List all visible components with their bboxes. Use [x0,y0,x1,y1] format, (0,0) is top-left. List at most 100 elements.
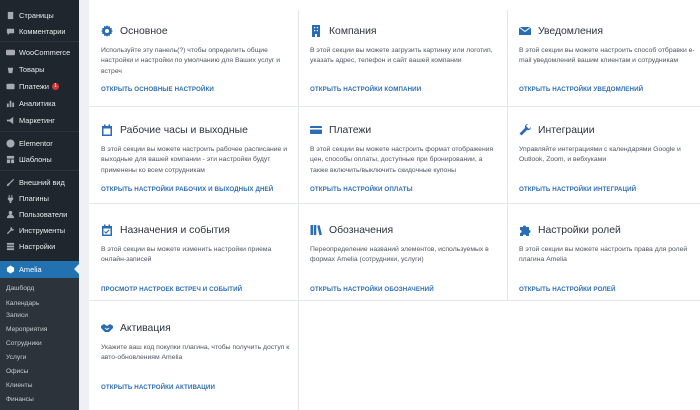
active-indicator [74,264,79,274]
payments-icon [5,81,15,91]
open-notification-settings-link[interactable]: ОТКРЫТЬ НАСТРОЙКИ УВЕДОМЛЕНИЙ [519,86,643,93]
puzzle-icon [519,224,531,236]
submenu-item-customers[interactable]: Клиенты [6,378,78,392]
submenu-item-appointments[interactable]: Записи [6,308,78,322]
open-integrations-settings-link[interactable]: ОТКРЫТЬ НАСТРОЙКИ ИНТЕГРАЦИЙ [519,186,636,193]
sidebar-separator [0,41,79,42]
card-appointments-events: Назначения и события В этой секции вы мо… [101,223,293,289]
card-title: Платежи [329,124,372,136]
submenu-item-finance[interactable]: Финансы [6,392,78,406]
gear-icon [101,25,113,37]
card-roles: Настройки ролей В этой секции вы можете … [519,223,697,289]
templates-icon [5,154,15,164]
submenu-item-employees[interactable]: Сотрудники [6,336,78,350]
analytics-icon [5,98,15,108]
card-description: В этой секции вы можете настроить права … [519,246,688,264]
card-title: Настройки ролей [538,224,621,236]
card-title: Основное [120,25,168,37]
sidebar-item-settings[interactable]: Настройки [0,238,79,254]
card-payments: Платежи В этой секции вы можете настроит… [310,123,502,189]
amelia-submenu: Дашборд Календарь Записи Мероприятия Сот… [0,278,79,410]
building-icon [310,25,322,37]
envelope-icon [519,25,531,37]
open-activation-settings-link[interactable]: ОТКРЫТЬ НАСТРОЙКИ АКТИВАЦИИ [101,384,215,391]
card-description: В этой секции вы можете настроить формат… [310,146,494,174]
amelia-icon [5,265,15,275]
open-labels-settings-link[interactable]: ОТКРЫТЬ НАСТРОЙКИ ОБОЗНАЧЕНИЙ [310,286,434,293]
sidebar-item-comments[interactable]: Комментарии [0,23,79,39]
card-title: Интеграции [538,124,595,136]
credit-card-icon [310,124,322,136]
card-labels: Обозначения Переопределение названий эле… [310,223,502,289]
card-integrations: Интеграции Управляйте интеграциями с кал… [519,123,697,189]
view-appointments-events-settings-link[interactable]: ПРОСМОТР НАСТРОЕК ВСТРЕЧ И СОБЫТИЙ [101,286,242,293]
settings-panel: Основное Используйте эту панель(?) чтобы… [89,0,700,410]
card-description: Управляйте интеграциями с календарями Go… [519,146,681,164]
submenu-item-locations[interactable]: Офисы [6,364,78,378]
pages-icon [5,10,15,20]
card-working-hours: Рабочие часы и выходные В этой секции вы… [101,123,293,189]
open-working-hours-settings-link[interactable]: ОТКРЫТЬ НАСТРОЙКИ РАБОЧИХ И ВЫХОДНЫХ ДНЕ… [101,186,273,193]
grid-divider [507,10,508,300]
card-description: Укажите ваш код покупки плагина, чтобы п… [101,344,290,362]
appearance-icon [5,177,15,187]
elementor-icon [5,138,15,148]
open-payment-settings-link[interactable]: ОТКРЫТЬ НАСТРОЙКИ ОПЛАТЫ [310,186,413,193]
card-description: Используйте эту панель(?) чтобы определи… [101,47,281,75]
card-description: В этой секции вы можете настроить рабоче… [101,146,287,174]
comments-icon [5,26,15,36]
sidebar-item-analytics[interactable]: Аналитика [0,95,79,111]
card-description: Переопределение названий элементов, испо… [310,246,489,264]
card-company: Компания В этой секции вы можете загрузи… [310,24,502,90]
sidebar-separator [0,170,79,171]
card-title: Уведомления [538,25,603,37]
sidebar-item-elementor[interactable]: Elementor [0,135,79,151]
sidebar-item-payments[interactable]: Платежи 1 [0,78,79,94]
card-title: Назначения и события [120,224,230,236]
card-description: В этой секции вы можете загрузить картин… [310,47,493,65]
grid-divider [89,300,700,301]
submenu-item-events[interactable]: Мероприятия [6,322,78,336]
products-icon [5,64,15,74]
sidebar-item-amelia[interactable]: Amelia [0,261,79,278]
grid-divider [298,10,299,300]
sidebar-item-plugins[interactable]: Плагины [0,190,79,206]
sidebar-item-marketing[interactable]: Маркетинг [0,112,79,128]
card-description: В этой секции вы можете изменить настрой… [101,246,272,264]
marketing-icon [5,115,15,125]
card-title: Активация [120,322,171,334]
grid-divider [298,300,299,410]
calendar-icon [101,124,113,136]
sidebar-item-products[interactable]: Товары [0,61,79,77]
users-icon [5,209,15,219]
sidebar-item-tools[interactable]: Инструменты [0,222,79,238]
submenu-item-dashboard[interactable]: Дашборд [6,281,78,295]
grid-divider [89,106,700,107]
card-title: Обозначения [329,224,394,236]
submenu-item-services[interactable]: Услуги [6,350,78,364]
sidebar-item-appearance[interactable]: Внешний вид [0,174,79,190]
card-description: В этой секции вы можете настроить способ… [519,47,695,65]
open-company-settings-link[interactable]: ОТКРЫТЬ НАСТРОЙКИ КОМПАНИИ [310,86,421,93]
sidebar-item-users[interactable]: Пользователи [0,206,79,222]
card-notifications: Уведомления В этой секции вы можете наст… [519,24,697,90]
woocommerce-icon [5,47,15,57]
card-title: Рабочие часы и выходные [120,124,248,136]
books-icon [310,224,322,236]
grid-divider [89,203,700,204]
sidebar-item-pages[interactable]: Страницы [0,7,79,23]
open-roles-settings-link[interactable]: ОТКРЫТЬ НАСТРОЙКИ РОЛЕЙ [519,286,616,293]
plugins-icon [5,193,15,203]
admin-sidebar: Страницы Комментарии WooCommerce Товары … [0,0,79,410]
card-general: Основное Используйте эту панель(?) чтобы… [101,24,293,90]
sidebar-item-templates[interactable]: Шаблоны [0,151,79,167]
tools-icon [5,225,15,235]
sidebar-item-woocommerce[interactable]: WooCommerce [0,44,79,60]
wrench-icon [519,124,531,136]
sidebar-separator [0,131,79,132]
payments-count-badge: 1 [51,82,59,90]
handshake-icon [101,322,113,334]
open-general-settings-link[interactable]: ОТКРЫТЬ ОСНОВНЫЕ НАСТРОЙКИ [101,86,214,93]
card-title: Компания [329,25,377,37]
calendar-check-icon [101,224,113,236]
